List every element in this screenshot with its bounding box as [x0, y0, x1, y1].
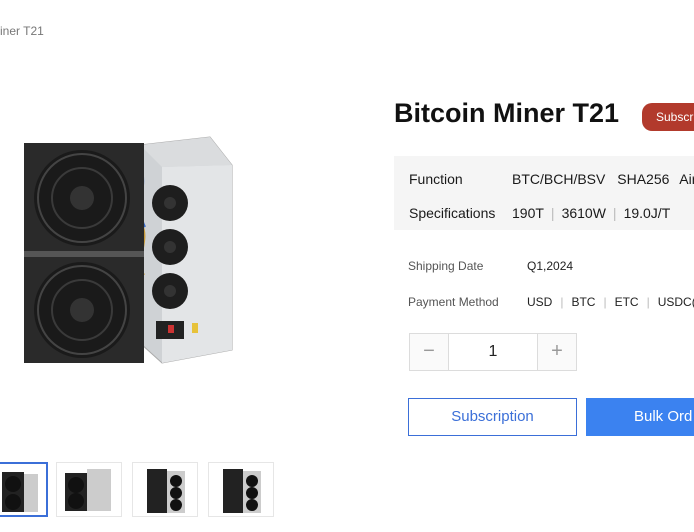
thumbnail-3[interactable]: [132, 462, 198, 517]
subscription-badge[interactable]: Subscr: [642, 103, 694, 131]
shipping-value: Q1,2024: [527, 259, 574, 273]
function-value-1: BTC/BCH/BSV: [512, 171, 606, 187]
payment-label: Payment Method: [408, 295, 499, 309]
function-label: Function: [409, 171, 463, 187]
function-value-2: SHA256: [617, 171, 670, 187]
thumbnail-4[interactable]: [208, 462, 274, 517]
increase-quantity-button[interactable]: +: [537, 334, 576, 370]
shipping-label: Shipping Date: [408, 259, 484, 273]
quantity-stepper: − 1 +: [409, 333, 577, 371]
specifications-label: Specifications: [409, 205, 496, 221]
quantity-input[interactable]: 1: [448, 334, 538, 370]
product-main-image: [24, 136, 233, 364]
specifications-value: 190T | 3610W | 19.0J/T: [512, 205, 671, 221]
thumbnail-1[interactable]: [0, 462, 48, 517]
breadcrumb[interactable]: iner T21: [0, 24, 44, 38]
payment-etc: ETC: [614, 295, 639, 309]
spec-box: Function BTC/BCH/BSV SHA256 Air-c Specif…: [394, 156, 694, 230]
spec-hashrate: 190T: [512, 205, 544, 221]
spec-efficiency: 19.0J/T: [623, 205, 671, 221]
function-value-3: Air-c: [679, 171, 694, 187]
spec-power: 3610W: [561, 205, 606, 221]
product-title: Bitcoin Miner T21: [394, 98, 620, 128]
payment-usd: USD: [527, 295, 553, 309]
decrease-quantity-button[interactable]: −: [410, 334, 449, 370]
thumbnail-2[interactable]: [56, 462, 122, 517]
payment-btc: BTC: [571, 295, 596, 309]
function-value: BTC/BCH/BSV SHA256 Air-c: [512, 171, 694, 187]
payment-usdc: USDC(E: [657, 295, 694, 309]
payment-methods: USD|BTC|ETC|USDC(E: [527, 295, 694, 309]
bulk-order-button[interactable]: Bulk Ord: [586, 398, 694, 436]
subscription-button[interactable]: Subscription: [408, 398, 577, 436]
